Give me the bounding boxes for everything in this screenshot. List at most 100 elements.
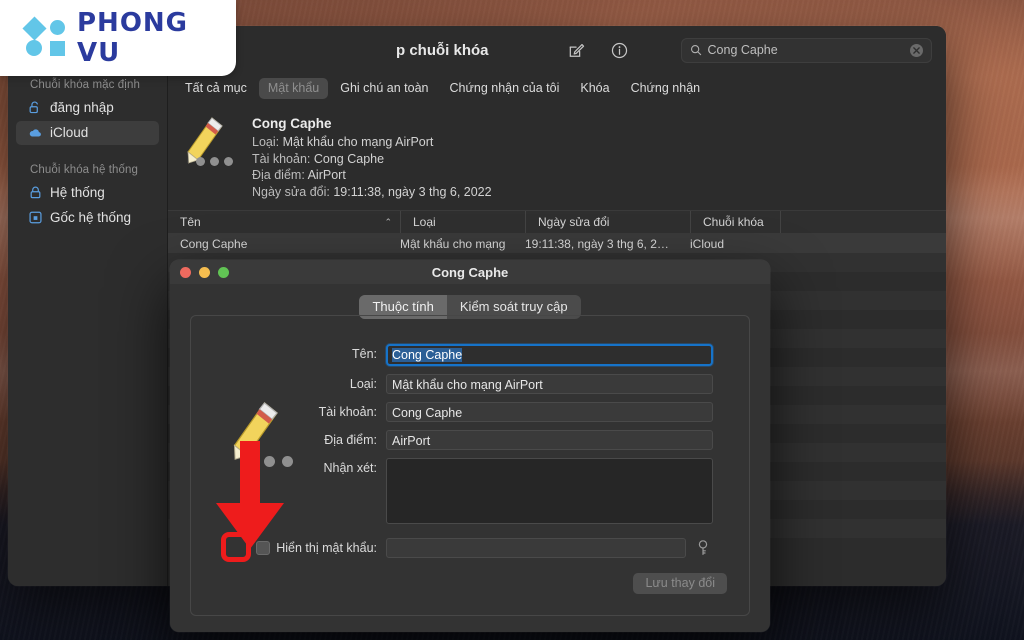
diamond-shape-icon bbox=[22, 16, 47, 41]
tab-mat-khau[interactable]: Mật khẩu bbox=[258, 77, 329, 99]
show-password-row: Hiển thị mật khẩu: bbox=[191, 538, 749, 558]
sidebar-item-icloud[interactable]: iCloud bbox=[16, 121, 159, 145]
column-label: Chuỗi khóa bbox=[703, 215, 764, 229]
save-button[interactable]: Lưu thay đổi bbox=[633, 573, 727, 594]
info-icon[interactable] bbox=[610, 41, 629, 60]
column-label: Ngày sửa đổi bbox=[538, 215, 610, 229]
detail-account-row: Tài khoản: Cong Caphe bbox=[252, 151, 492, 168]
detail-location-row: Địa điểm: AirPort bbox=[252, 167, 492, 184]
field-row-loai: Loại: Mật khẩu cho mạng AirPort bbox=[191, 374, 749, 394]
dot bbox=[224, 157, 233, 166]
logo-text: PHONG VU bbox=[77, 8, 189, 68]
key-icon[interactable] bbox=[696, 539, 710, 557]
detail-title: Cong Caphe bbox=[252, 116, 332, 131]
minimize-button[interactable] bbox=[199, 267, 210, 278]
lock-icon bbox=[30, 186, 41, 199]
detail-type-row: Loại: Mật khẩu cho mạng AirPort bbox=[252, 134, 492, 151]
cell-chuoi-khoa: iCloud bbox=[690, 236, 725, 251]
tab-ghi-chu-an-toan[interactable]: Ghi chú an toàn bbox=[331, 78, 437, 99]
field-row-ten: Tên: Cong Caphe bbox=[191, 344, 749, 366]
comment-field[interactable] bbox=[386, 458, 713, 524]
detail-text: Cong Caphe Loại: Mật khẩu cho mạng AirPo… bbox=[252, 114, 492, 200]
phong-vu-logo: PHONG VU bbox=[0, 0, 236, 76]
type-field[interactable]: Mật khẩu cho mạng AirPort bbox=[386, 374, 713, 394]
search-icon bbox=[690, 44, 701, 56]
detail-location-value: AirPort bbox=[307, 168, 346, 182]
toolbar-icons bbox=[567, 41, 629, 60]
field-label-tai-khoan: Tài khoản: bbox=[318, 405, 377, 419]
lock-box-icon bbox=[29, 211, 42, 224]
sidebar-item-label: iCloud bbox=[50, 125, 89, 140]
cell-ngay-sua-doi: 19:11:38, ngày 3 thg 6, 2… bbox=[525, 236, 669, 251]
table-header: Tên ⌃ Loại Ngày sửa đổi Chuỗi khóa bbox=[168, 210, 946, 234]
detail-modified-row: Ngày sửa đổi: 19:11:38, ngày 3 thg 6, 20… bbox=[252, 184, 492, 201]
show-password-control: Hiển thị mật khẩu: bbox=[191, 541, 386, 555]
tab-chung-nhan-cua-toi[interactable]: Chứng nhận của tôi bbox=[441, 78, 569, 99]
close-button[interactable] bbox=[180, 267, 191, 278]
dialog-group-box: Tên: Cong Caphe Loại: Mật khẩu cho mạng … bbox=[190, 315, 750, 616]
search-field[interactable]: Cong Caphe bbox=[680, 37, 932, 63]
detail-type-label: Loại: bbox=[252, 135, 280, 149]
logo-marks bbox=[22, 16, 68, 58]
show-password-checkbox[interactable] bbox=[256, 541, 271, 555]
square-shape-icon bbox=[50, 41, 65, 56]
sidebar-item-label: Gốc hệ thống bbox=[50, 210, 132, 225]
detail-modified-label: Ngày sửa đổi: bbox=[252, 184, 330, 199]
password-field[interactable] bbox=[386, 538, 686, 558]
field-row-tai-khoan: Tài khoản: Cong Caphe bbox=[191, 402, 749, 422]
detail-account-label: Tài khoản: bbox=[252, 151, 311, 166]
sidebar-item-label: đăng nhập bbox=[50, 100, 114, 115]
detail-location-label: Địa điểm: bbox=[252, 168, 305, 182]
table-row[interactable]: Cong Caphe Mật khẩu cho mạng 19:11:38, n… bbox=[168, 234, 946, 253]
column-header-chuoi-khoa[interactable]: Chuỗi khóa bbox=[690, 211, 780, 233]
detail-dots bbox=[196, 157, 233, 166]
column-header-loai[interactable]: Loại bbox=[400, 211, 525, 233]
detail-icon-wrap bbox=[182, 114, 238, 176]
column-header-ngay-sua-doi[interactable]: Ngày sửa đổi bbox=[525, 211, 690, 233]
field-row-nhan-xet: Nhận xét: bbox=[191, 458, 749, 524]
sidebar-item-goc-he-thong[interactable]: Gốc hệ thống bbox=[16, 206, 159, 230]
detail-type-value: Mật khẩu cho mạng AirPort bbox=[282, 135, 434, 149]
dialog-title: Cong Caphe bbox=[431, 264, 509, 280]
cell-ten: Cong Caphe bbox=[180, 236, 248, 251]
name-field-value: Cong Caphe bbox=[392, 348, 463, 362]
zoom-button[interactable] bbox=[218, 267, 229, 278]
unlock-icon bbox=[29, 101, 38, 114]
column-header-spacer bbox=[780, 211, 946, 233]
column-header-ten[interactable]: Tên ⌃ bbox=[168, 211, 400, 233]
detail-modified-value: 19:11:38, ngày 3 thg 6, 2022 bbox=[333, 184, 492, 199]
dot bbox=[196, 157, 205, 166]
field-label-loai: Loại: bbox=[349, 377, 377, 391]
sidebar-item-dang-nhap[interactable]: đăng nhập bbox=[16, 96, 159, 120]
tab-tat-ca-muc[interactable]: Tất cả mục bbox=[176, 78, 256, 99]
traffic-lights bbox=[180, 267, 229, 278]
dialog-titlebar: Cong Caphe bbox=[170, 260, 770, 284]
name-field[interactable]: Cong Caphe bbox=[386, 344, 713, 366]
clear-icon[interactable] bbox=[910, 43, 923, 57]
sidebar-item-he-thong[interactable]: Hệ thống bbox=[16, 181, 159, 205]
sidebar-group-title-default: Chuỗi khóa mặc định bbox=[30, 79, 140, 91]
tab-khoa[interactable]: Khóa bbox=[571, 78, 618, 99]
account-field[interactable]: Cong Caphe bbox=[386, 402, 713, 422]
dialog-actions: Lưu thay đổi bbox=[191, 573, 749, 594]
item-info-dialog: Cong Caphe Thuộc tính Kiểm soát truy cập… bbox=[170, 260, 770, 632]
column-label: Loại bbox=[413, 215, 436, 229]
circle-shape-icon bbox=[50, 20, 65, 35]
tab-chung-nhan[interactable]: Chứng nhận bbox=[622, 78, 710, 99]
search-input-value[interactable]: Cong Caphe bbox=[708, 43, 904, 57]
category-tabs: Tất cả mục Mật khẩu Ghi chú an toàn Chứn… bbox=[168, 74, 946, 102]
show-password-label: Hiển thị mật khẩu: bbox=[276, 541, 377, 555]
field-label-dia-diem: Địa điểm: bbox=[324, 433, 377, 447]
item-detail-header: Cong Caphe Loại: Mật khẩu cho mạng AirPo… bbox=[168, 102, 946, 210]
window-title: p chuỗi khóa bbox=[396, 41, 489, 59]
dialog-form: Tên: Cong Caphe Loại: Mật khẩu cho mạng … bbox=[191, 344, 749, 594]
sidebar: Chuỗi khóa mặc định đăng nhập iCloud Chu… bbox=[8, 26, 168, 586]
location-field[interactable]: AirPort bbox=[386, 430, 713, 450]
sidebar-item-label: Hệ thống bbox=[50, 185, 105, 200]
field-row-dia-diem: Địa điểm: AirPort bbox=[191, 430, 749, 450]
field-label-nhan-xet: Nhận xét: bbox=[323, 461, 377, 475]
field-label-ten: Tên: bbox=[351, 347, 377, 361]
circle-shape-icon bbox=[26, 40, 42, 56]
sort-caret-icon: ⌃ bbox=[384, 216, 392, 227]
compose-icon[interactable] bbox=[567, 41, 586, 60]
